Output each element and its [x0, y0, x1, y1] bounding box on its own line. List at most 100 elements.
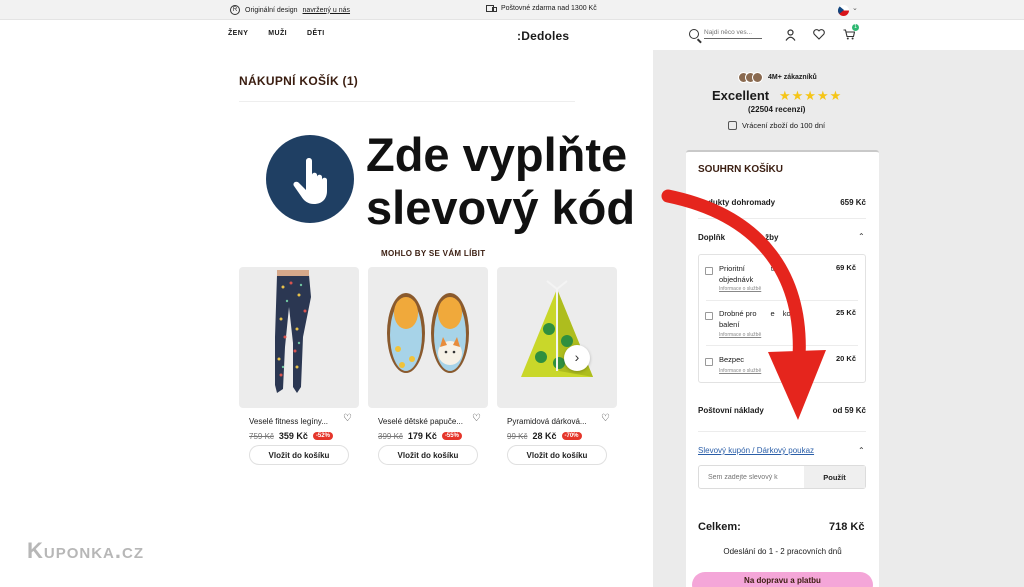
addon-name: Drobné pro e kové balení: [719, 309, 799, 329]
price-row: 759 Kč 359 Kč -52%: [249, 431, 333, 441]
addon-price: 25 Kč: [835, 308, 856, 317]
addons-label-start: Doplňk: [698, 233, 726, 242]
nav-item-kids[interactable]: DĚTI: [307, 30, 325, 37]
add-to-cart-button[interactable]: Vložit do košíku: [249, 445, 349, 465]
product-name[interactable]: Pyramidová dárková...: [507, 417, 597, 426]
cart-title: NÁKUPNÍ KOŠÍK (1): [239, 74, 359, 88]
current-price: 28 Kč: [532, 431, 557, 441]
summary-title: SOUHRN KOŠÍKU: [698, 164, 784, 175]
wishlist-heart-icon[interactable]: ♡: [472, 413, 481, 424]
old-price: 399 Kč: [378, 431, 403, 441]
summary-divider: [698, 218, 866, 219]
chevron-down-icon[interactable]: ⌄: [852, 4, 858, 12]
product-image-slippers[interactable]: [368, 267, 488, 408]
logo-text: Dedoles: [521, 29, 570, 43]
product-name[interactable]: Veselé dětské papuče...: [378, 417, 468, 426]
product-card[interactable]: Veselé fitness legíny... ♡ 759 Kč 359 Kč…: [239, 267, 359, 465]
gift-icon: [728, 121, 737, 130]
shipping-value: od 59 Kč: [832, 406, 866, 415]
current-price: 359 Kč: [278, 431, 308, 441]
addons-label[interactable]: Doplňk žby: [698, 233, 778, 242]
original-design-note: R Originální design navržený u nás: [230, 5, 350, 15]
apply-coupon-button[interactable]: Použít: [804, 466, 865, 488]
nav-item-men[interactable]: MUŽI: [268, 30, 287, 37]
coupon-code-input[interactable]: [699, 466, 805, 488]
addon-checkbox[interactable]: [705, 358, 713, 366]
old-price: 759 Kč: [249, 431, 274, 441]
designed-by-us-link[interactable]: navržený u nás: [303, 7, 350, 14]
rating-word: Excellent: [712, 88, 770, 103]
price-row: 99 Kč 28 Kč -70%: [507, 431, 582, 441]
search-icon[interactable]: [689, 29, 699, 39]
truck-icon: [486, 5, 497, 12]
site-header: ŽENY MUŽI DĚTI :Dedoles 1: [0, 21, 1024, 49]
chevron-up-icon[interactable]: ⌃: [858, 232, 865, 241]
products-total-value: 659 Kč: [840, 198, 866, 207]
dispatch-time: Odeslání do 1 - 2 pracovních dnů: [723, 547, 842, 556]
wishlist-heart-icon[interactable]: ♡: [601, 413, 610, 424]
cart-count-badge: 1: [852, 24, 859, 31]
cart-divider: [239, 101, 575, 102]
addon-checkbox[interactable]: [705, 312, 713, 320]
discount-badge: -55%: [441, 432, 462, 440]
addon-info-link[interactable]: Informace o službě: [719, 332, 761, 338]
returns-note: Vrácení zboží do 100 dní: [728, 121, 825, 130]
current-price: 179 Kč: [407, 431, 437, 441]
returns-text: Vrácení zboží do 100 dní: [742, 121, 826, 130]
watermark: Kuponka.cz: [27, 538, 144, 563]
coupon-form: Použít: [698, 465, 866, 489]
addon-price: 69 Kč: [835, 263, 856, 272]
user-icon[interactable]: [785, 29, 796, 44]
rating-stars: ★★★★★: [779, 88, 843, 103]
total-value: 718 Kč: [829, 521, 865, 533]
addon-info-link[interactable]: Informace o službě: [719, 368, 761, 374]
addons-label-end: žby: [765, 233, 779, 242]
heart-icon[interactable]: [813, 29, 825, 43]
pointing-hand-icon: [266, 135, 354, 223]
add-to-cart-button[interactable]: Vložit do košíku: [378, 445, 478, 465]
product-name[interactable]: Veselé fitness legíny...: [249, 417, 339, 426]
checkout-button[interactable]: Na dopravu a platbu: [692, 572, 873, 587]
addon-divider: [706, 345, 858, 346]
wishlist-heart-icon[interactable]: ♡: [343, 413, 352, 424]
product-card[interactable]: Veselé dětské papuče... ♡ 399 Kč 179 Kč …: [368, 267, 488, 465]
total-label: Celkem:: [698, 521, 741, 533]
discount-badge: -70%: [561, 432, 582, 440]
chevron-up-icon[interactable]: ⌃: [858, 446, 865, 455]
registered-icon: R: [230, 5, 240, 15]
carousel-next-button[interactable]: ›: [564, 345, 590, 371]
addon-name: Prioritní tání objednávk: [719, 264, 784, 284]
addon-price: 20 Kč: [835, 354, 856, 363]
original-design-text: Originální design: [245, 6, 298, 14]
customer-avatars: [738, 72, 763, 83]
product-image-gift-box[interactable]: ›: [497, 267, 617, 408]
top-info-bar: R Originální design navržený u nás Pošto…: [0, 0, 1024, 20]
summary-divider: [698, 431, 866, 432]
coupon-instruction-text: Zde vyplňte slevový kód: [366, 128, 636, 234]
addon-divider: [706, 300, 858, 301]
products-total-label: dukty dohromady: [708, 198, 776, 207]
review-count: (22504 recenzí): [748, 105, 806, 114]
search-input[interactable]: [704, 29, 762, 39]
addon-name: Bezpec: [719, 355, 745, 364]
addon-checkbox[interactable]: [705, 267, 713, 275]
price-row: 399 Kč 179 Kč -55%: [378, 431, 462, 441]
coupon-toggle-link[interactable]: Slevový kupón / Dárkový poukaz: [698, 446, 814, 455]
discount-badge: -52%: [312, 432, 333, 440]
addon-info-link[interactable]: Informace o službě: [719, 286, 761, 292]
free-shipping-note: Poštovné zdarma nad 1300 Kč: [486, 5, 597, 12]
cart-icon[interactable]: [843, 29, 856, 43]
nav-item-women[interactable]: ŽENY: [228, 30, 248, 37]
czech-flag-icon[interactable]: [838, 5, 849, 16]
add-to-cart-button[interactable]: Vložit do košíku: [507, 445, 607, 465]
product-image-leggings[interactable]: [239, 267, 359, 408]
dedoles-logo[interactable]: :Dedoles: [517, 29, 569, 43]
search-box: [689, 29, 762, 39]
recommendations-title: MOHLO BY SE VÁM LÍBIT: [381, 249, 486, 258]
product-card[interactable]: › Pyramidová dárková... ♡ 99 Kč 28 Kč -7…: [497, 267, 617, 465]
main-nav: ŽENY MUŽI DĚTI: [228, 30, 325, 37]
free-shipping-text: Poštovné zdarma nad 1300 Kč: [501, 5, 597, 12]
customer-count: 4M+ zákazníků: [768, 74, 817, 81]
shipping-label: Poštovní náklady: [698, 406, 764, 415]
old-price: 99 Kč: [507, 431, 528, 441]
